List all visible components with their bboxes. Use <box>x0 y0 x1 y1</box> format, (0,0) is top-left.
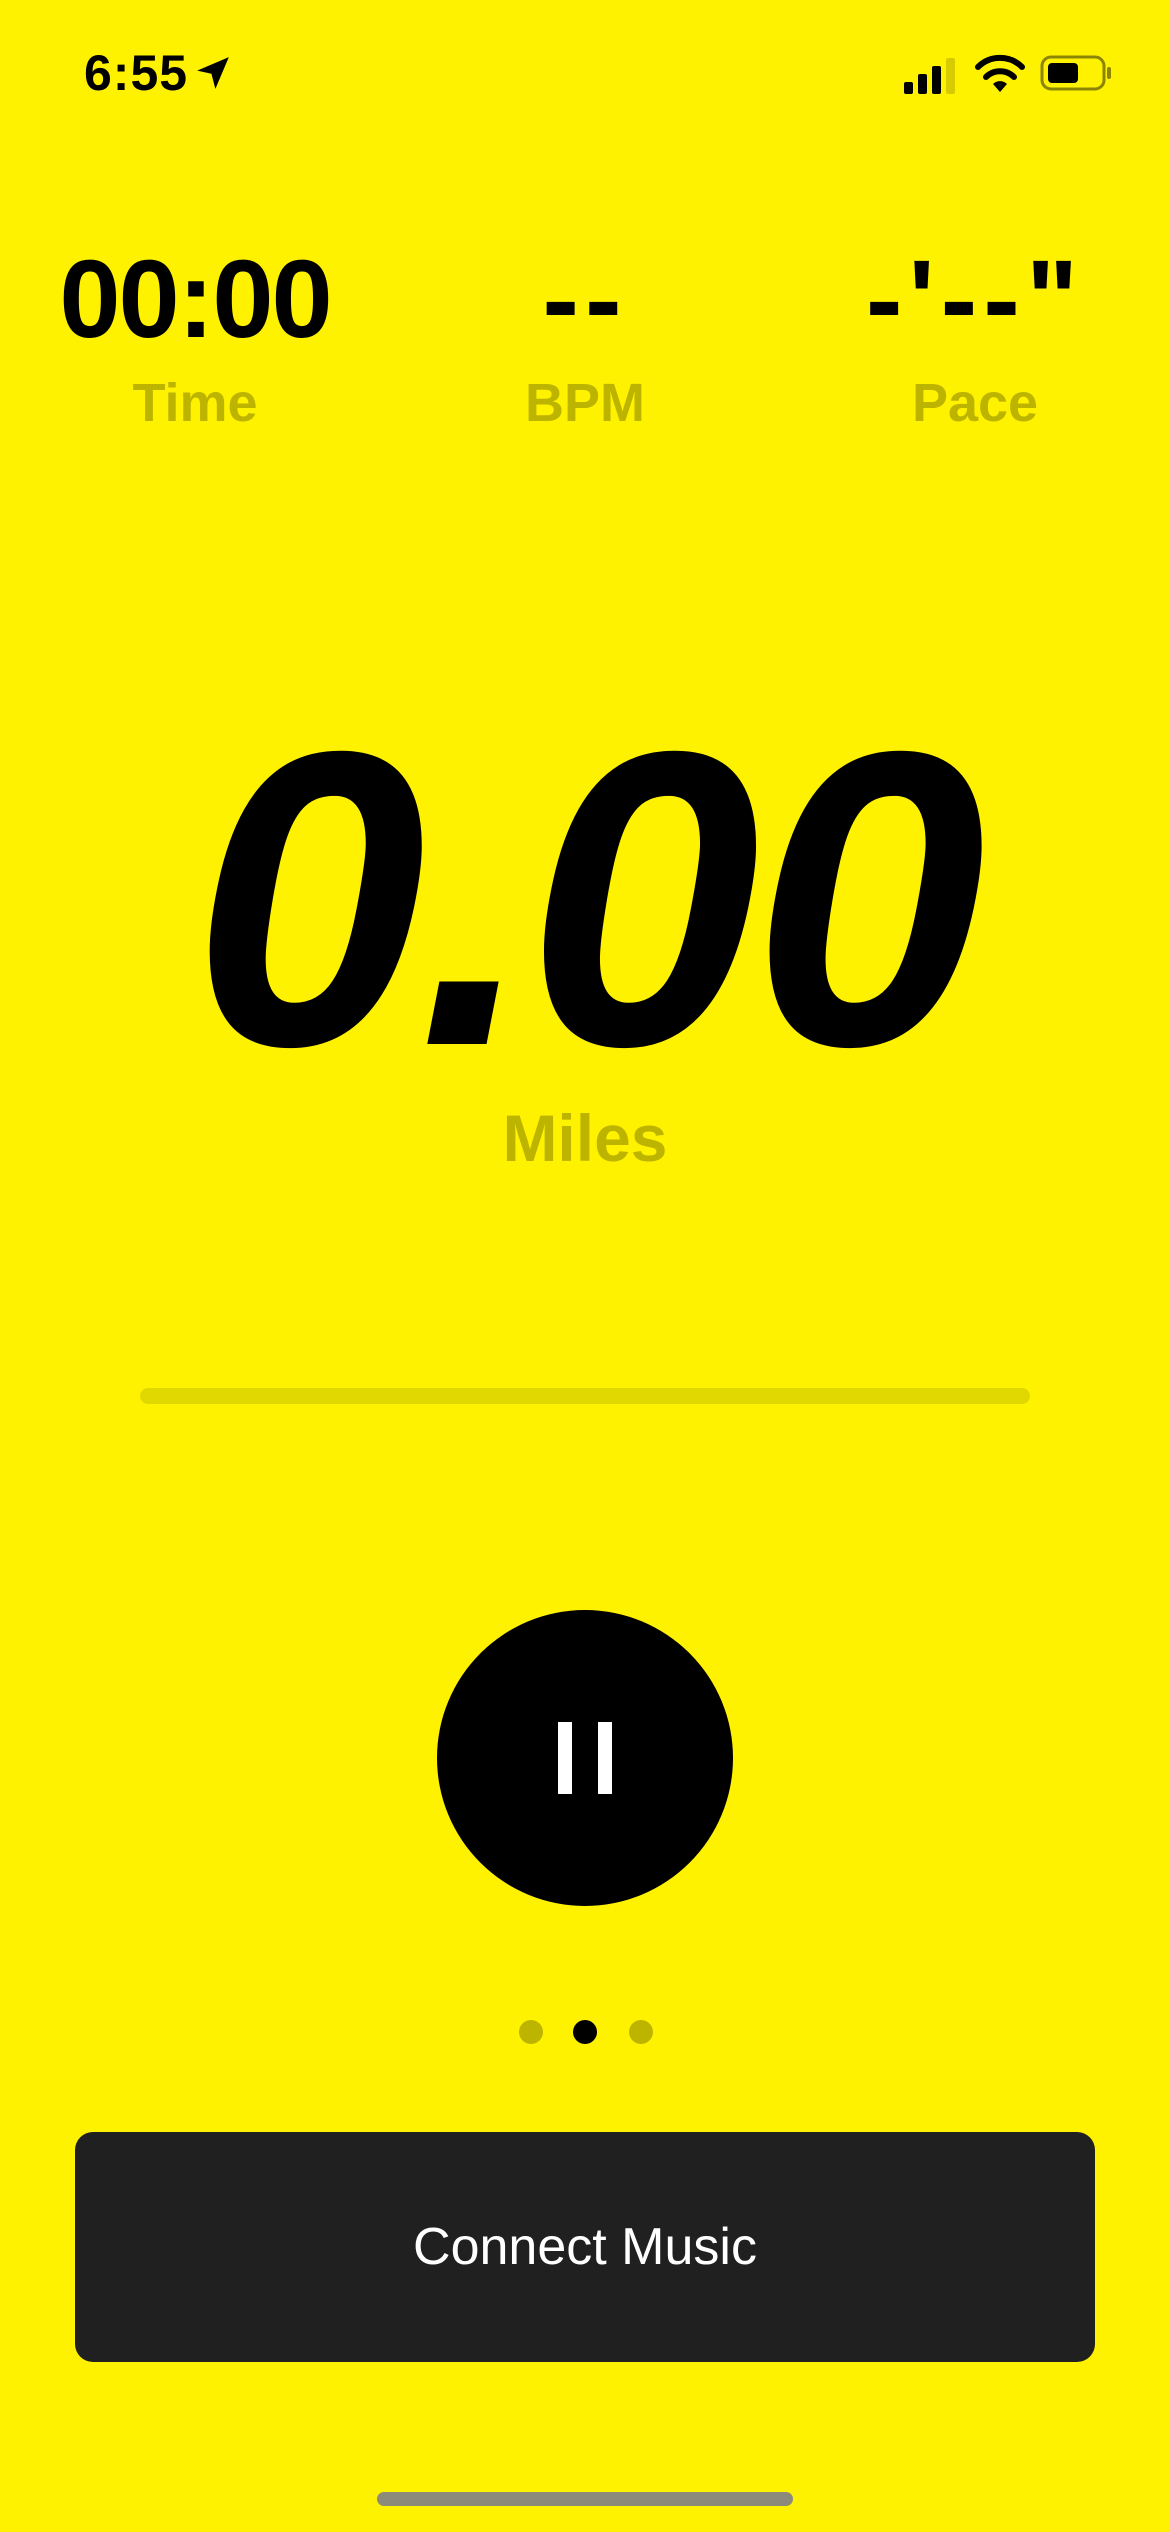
time-label: Time <box>132 373 258 433</box>
bpm-value: -- <box>542 238 628 361</box>
stat-pace: -'--" Pace <box>780 240 1170 434</box>
pause-icon <box>558 1722 612 1794</box>
location-arrow-icon <box>197 57 229 89</box>
pause-button[interactable] <box>437 1610 733 1906</box>
page-indicator[interactable] <box>0 2020 1170 2044</box>
status-bar: 6:55 <box>0 0 1170 150</box>
connect-music-button[interactable]: Connect Music <box>75 2132 1095 2362</box>
cellular-signal-icon <box>904 58 955 94</box>
status-time: 6:55 <box>84 45 189 101</box>
pause-bar-right <box>598 1722 612 1794</box>
bpm-label: BPM <box>525 373 645 433</box>
pace-label: Pace <box>911 373 1039 433</box>
distance-value: 0.00 <box>192 665 985 1134</box>
distance-unit: Miles <box>502 1101 668 1175</box>
pause-bar-left <box>558 1722 572 1794</box>
page-dot-2[interactable] <box>573 2020 597 2044</box>
page-dot-1[interactable] <box>519 2020 543 2044</box>
page-dot-3[interactable] <box>629 2020 653 2044</box>
home-indicator[interactable] <box>377 2492 793 2506</box>
stat-bpm: -- BPM <box>390 240 780 434</box>
progress-bar <box>140 1388 1030 1404</box>
battery-icon <box>1040 55 1111 91</box>
wifi-icon <box>975 54 1025 92</box>
time-value: 00:00 <box>59 238 332 361</box>
stat-time: 00:00 Time <box>0 240 390 434</box>
pace-value: -'--" <box>865 238 1085 361</box>
